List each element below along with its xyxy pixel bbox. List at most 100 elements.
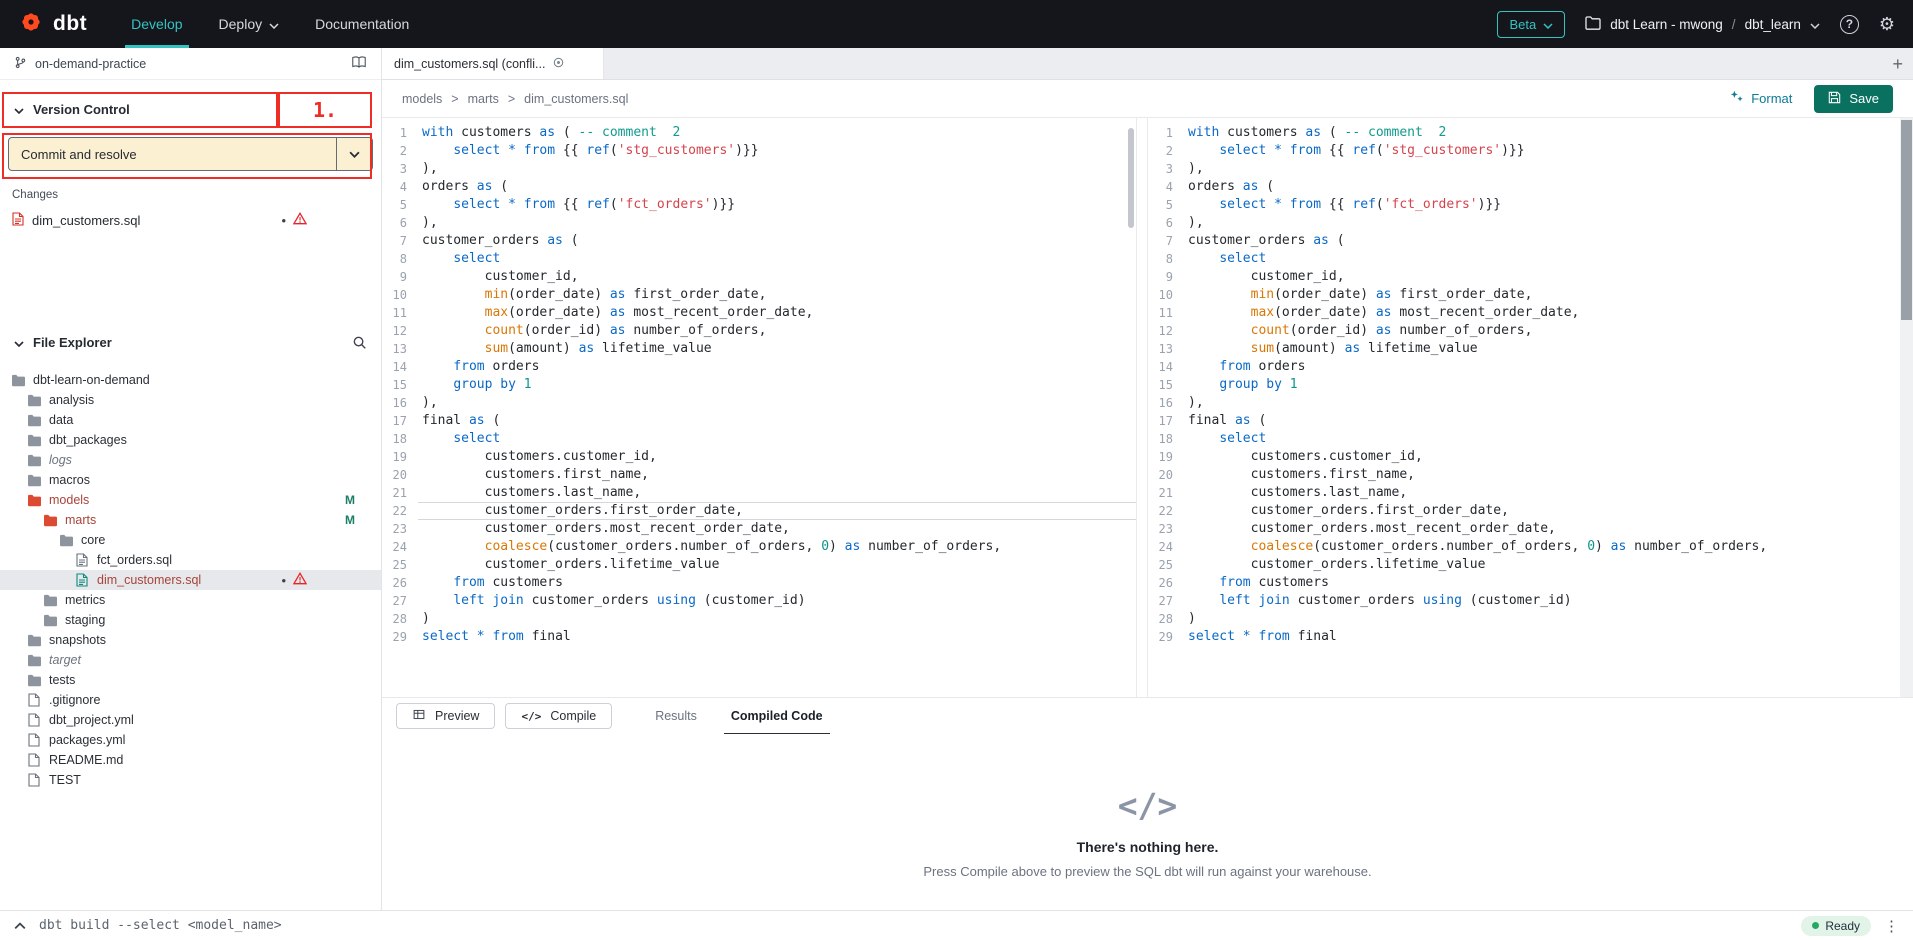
code-line-15[interactable]: 15 group by 1	[382, 376, 1136, 394]
code-line-7[interactable]: 7customer_orders as (	[1148, 232, 1900, 250]
tree-item-metrics[interactable]: metrics	[0, 590, 381, 610]
code-line-7[interactable]: 7customer_orders as (	[382, 232, 1136, 250]
code-line-3[interactable]: 3),	[382, 160, 1136, 178]
version-control-header[interactable]: Version Control	[0, 80, 381, 127]
overflow-menu-icon[interactable]: ⋮	[1884, 917, 1899, 935]
code-line-19[interactable]: 19 customers.customer_id,	[382, 448, 1136, 466]
editor-scrollbar-thumb[interactable]	[1901, 120, 1912, 320]
tree-item-analysis[interactable]: analysis	[0, 390, 381, 410]
tree-item-marts[interactable]: martsM	[0, 510, 381, 530]
code-line-13[interactable]: 13 sum(amount) as lifetime_value	[382, 340, 1136, 358]
commit-dropdown-toggle[interactable]	[336, 138, 372, 170]
code-line-9[interactable]: 9 customer_id,	[1148, 268, 1900, 286]
account-switcher[interactable]: dbt Learn - mwong / dbt_learn	[1585, 16, 1820, 33]
nav-item-deploy[interactable]: Deploy	[201, 0, 298, 48]
code-line-16[interactable]: 16),	[382, 394, 1136, 412]
tree-item-dim_customers.sql[interactable]: dim_customers.sql•	[0, 570, 381, 590]
expand-panel-chevron-icon[interactable]	[14, 917, 26, 935]
code-line-1[interactable]: 1with customers as ( -- comment 2	[382, 124, 1136, 142]
new-tab-button[interactable]: +	[1892, 48, 1903, 80]
tree-item-packages.yml[interactable]: packages.yml	[0, 730, 381, 750]
code-line-28[interactable]: 28)	[1148, 610, 1900, 628]
tree-item-data[interactable]: data	[0, 410, 381, 430]
commit-and-resolve-button[interactable]: Commit and resolve	[8, 137, 373, 171]
branch-selector[interactable]: on-demand-practice	[0, 48, 381, 80]
tree-item-core[interactable]: core	[0, 530, 381, 550]
tree-item-models[interactable]: modelsM	[0, 490, 381, 510]
code-line-15[interactable]: 15 group by 1	[1148, 376, 1900, 394]
code-line-18[interactable]: 18 select	[382, 430, 1136, 448]
code-line-12[interactable]: 12 count(order_id) as number_of_orders,	[1148, 322, 1900, 340]
code-line-24[interactable]: 24 coalesce(customer_orders.number_of_or…	[1148, 538, 1900, 556]
code-line-26[interactable]: 26 from customers	[1148, 574, 1900, 592]
tree-item-TEST[interactable]: TEST	[0, 770, 381, 790]
tree-item-dbt-learn-on-demand[interactable]: dbt-learn-on-demand	[0, 370, 381, 390]
dbt-logo[interactable]: dbt	[0, 9, 113, 40]
file-explorer-header[interactable]: File Explorer	[0, 325, 381, 360]
code-line-17[interactable]: 17final as (	[382, 412, 1136, 430]
code-line-22[interactable]: 22 customer_orders.first_order_date,	[1148, 502, 1900, 520]
code-line-9[interactable]: 9 customer_id,	[382, 268, 1136, 286]
code-line-18[interactable]: 18 select	[1148, 430, 1900, 448]
tree-item-dbt_project.yml[interactable]: dbt_project.yml	[0, 710, 381, 730]
code-pane-left[interactable]: 1with customers as ( -- comment 22 selec…	[382, 118, 1136, 697]
code-line-25[interactable]: 25 customer_orders.lifetime_value	[382, 556, 1136, 574]
nav-item-develop[interactable]: Develop	[113, 0, 200, 48]
code-line-5[interactable]: 5 select * from {{ ref('fct_orders')}}	[382, 196, 1136, 214]
code-line-23[interactable]: 23 customer_orders.most_recent_order_dat…	[1148, 520, 1900, 538]
left-pane-scrollbar[interactable]	[1128, 128, 1134, 228]
search-icon[interactable]	[352, 335, 367, 350]
code-line-25[interactable]: 25 customer_orders.lifetime_value	[1148, 556, 1900, 574]
tree-item-logs[interactable]: logs	[0, 450, 381, 470]
code-line-29[interactable]: 29select * from final	[1148, 628, 1900, 646]
code-line-14[interactable]: 14 from orders	[1148, 358, 1900, 376]
code-line-10[interactable]: 10 min(order_date) as first_order_date,	[382, 286, 1136, 304]
code-line-5[interactable]: 5 select * from {{ ref('fct_orders')}}	[1148, 196, 1900, 214]
command-input[interactable]: dbt build --select <model_name>	[39, 918, 282, 933]
code-line-1[interactable]: 1with customers as ( -- comment 2	[1148, 124, 1900, 142]
tree-item-staging[interactable]: staging	[0, 610, 381, 630]
code-line-4[interactable]: 4orders as (	[1148, 178, 1900, 196]
tab-results[interactable]: Results	[638, 698, 714, 735]
code-line-11[interactable]: 11 max(order_date) as most_recent_order_…	[382, 304, 1136, 322]
code-line-3[interactable]: 3),	[1148, 160, 1900, 178]
code-pane-right[interactable]: 1with customers as ( -- comment 22 selec…	[1148, 118, 1900, 697]
help-button[interactable]: ?	[1840, 15, 1859, 34]
code-line-8[interactable]: 8 select	[1148, 250, 1900, 268]
breadcrumb-item[interactable]: marts	[468, 92, 499, 106]
settings-gear-icon[interactable]: ⚙	[1879, 15, 1895, 33]
tree-item-fct_orders.sql[interactable]: fct_orders.sql	[0, 550, 381, 570]
code-line-28[interactable]: 28)	[382, 610, 1136, 628]
tree-item-.gitignore[interactable]: .gitignore	[0, 690, 381, 710]
code-line-19[interactable]: 19 customers.customer_id,	[1148, 448, 1900, 466]
code-line-4[interactable]: 4orders as (	[382, 178, 1136, 196]
code-line-8[interactable]: 8 select	[382, 250, 1136, 268]
compile-button[interactable]: </> Compile	[505, 703, 612, 729]
code-line-10[interactable]: 10 min(order_date) as first_order_date,	[1148, 286, 1900, 304]
tree-item-README.md[interactable]: README.md	[0, 750, 381, 770]
code-line-26[interactable]: 26 from customers	[382, 574, 1136, 592]
code-line-2[interactable]: 2 select * from {{ ref('stg_customers')}…	[382, 142, 1136, 160]
tree-item-macros[interactable]: macros	[0, 470, 381, 490]
editor-tab-dim-customers[interactable]: dim_customers.sql (confli...	[382, 48, 604, 79]
code-line-6[interactable]: 6),	[1148, 214, 1900, 232]
code-line-23[interactable]: 23 customer_orders.most_recent_order_dat…	[382, 520, 1136, 538]
code-line-21[interactable]: 21 customers.last_name,	[1148, 484, 1900, 502]
code-line-21[interactable]: 21 customers.last_name,	[382, 484, 1136, 502]
code-line-27[interactable]: 27 left join customer_orders using (cust…	[382, 592, 1136, 610]
tree-item-snapshots[interactable]: snapshots	[0, 630, 381, 650]
code-line-2[interactable]: 2 select * from {{ ref('stg_customers')}…	[1148, 142, 1900, 160]
nav-item-documentation[interactable]: Documentation	[297, 0, 427, 48]
tree-item-dbt_packages[interactable]: dbt_packages	[0, 430, 381, 450]
preview-button[interactable]: Preview	[396, 703, 495, 729]
code-line-14[interactable]: 14 from orders	[382, 358, 1136, 376]
tree-item-target[interactable]: target	[0, 650, 381, 670]
code-line-17[interactable]: 17final as (	[1148, 412, 1900, 430]
code-line-20[interactable]: 20 customers.first_name,	[382, 466, 1136, 484]
beta-button[interactable]: Beta	[1497, 11, 1565, 38]
tab-compiled-code[interactable]: Compiled Code	[714, 698, 840, 735]
code-line-13[interactable]: 13 sum(amount) as lifetime_value	[1148, 340, 1900, 358]
code-line-29[interactable]: 29select * from final	[382, 628, 1136, 646]
tree-item-tests[interactable]: tests	[0, 670, 381, 690]
code-line-12[interactable]: 12 count(order_id) as number_of_orders,	[382, 322, 1136, 340]
